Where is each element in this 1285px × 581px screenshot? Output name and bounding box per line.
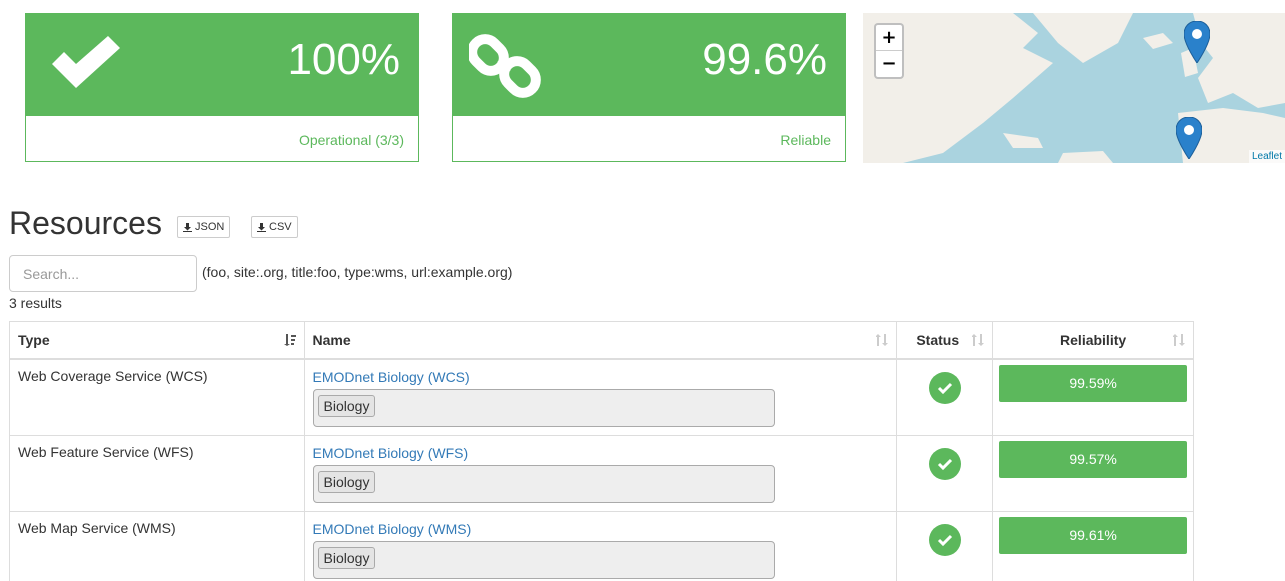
type-cell: Web Coverage Service (WCS) [9, 358, 305, 436]
tag-chip[interactable]: Biology [317, 470, 376, 493]
table-header-row: Type Name Status Reliability [9, 321, 1194, 360]
download-icon [257, 222, 266, 232]
name-column-header[interactable]: Name [303, 321, 898, 360]
reliability-cell: 99.57% [992, 434, 1194, 512]
tag-chip[interactable]: Biology [317, 394, 376, 417]
zoom-in-button[interactable]: + [876, 25, 902, 51]
reliability-panel: 99.6% Reliable [452, 13, 846, 162]
search-input[interactable] [9, 255, 197, 292]
map-marker-icon[interactable] [1184, 21, 1210, 63]
reliability-cell: 99.61% [992, 510, 1194, 581]
status-column-header[interactable]: Status [896, 321, 994, 360]
download-csv-button[interactable]: CSV [251, 216, 298, 238]
map-tiles [863, 13, 1285, 163]
reliability-column-header[interactable]: Reliability [992, 321, 1194, 360]
search-hint: (foo, site:.org, title:foo, type:wms, ur… [202, 264, 513, 280]
download-icon [183, 222, 192, 232]
table-row: Web Map Service (WMS) EMODnet Biology (W… [9, 510, 1194, 581]
tags-field[interactable]: Biology [312, 388, 775, 427]
table-row: Web Coverage Service (WCS) EMODnet Biolo… [9, 358, 1194, 436]
resource-link[interactable]: EMODnet Biology (WCS) [313, 369, 889, 385]
name-cell: EMODnet Biology (WFS) Biology [303, 434, 898, 512]
map-attribution[interactable]: Leaflet [1248, 150, 1285, 163]
status-ok-icon [928, 447, 961, 480]
resources-heading: Resources [9, 205, 162, 241]
name-cell: EMODnet Biology (WCS) Biology [303, 358, 898, 436]
zoom-out-button[interactable]: − [876, 51, 902, 77]
download-json-button[interactable]: JSON [177, 216, 231, 238]
tags-field[interactable]: Biology [312, 464, 775, 503]
operational-panel: 100% Operational (3/3) [25, 13, 419, 162]
type-column-header[interactable]: Type [9, 321, 305, 360]
sort-icon [876, 334, 889, 346]
reliability-label: Reliable [780, 132, 831, 148]
sort-icon [972, 334, 985, 346]
operational-label: Operational (3/3) [298, 132, 404, 148]
status-cell [896, 510, 994, 581]
results-count: 3 results [9, 295, 62, 311]
reliability-cell: 99.59% [992, 358, 1194, 436]
reliability-bar: 99.61% [999, 516, 1187, 554]
type-cell: Web Map Service (WMS) [9, 510, 305, 581]
reliability-percentage: 99.6% [702, 35, 827, 84]
resources-table: Type Name Status Reliability Web Coverag… [9, 321, 1194, 581]
reliability-bar: 99.59% [999, 364, 1187, 402]
operational-percentage: 100% [287, 35, 400, 84]
reliability-bar: 99.57% [999, 440, 1187, 478]
resource-link[interactable]: EMODnet Biology (WFS) [313, 445, 889, 461]
resources-map[interactable]: + − Leaflet [863, 13, 1285, 163]
type-cell: Web Feature Service (WFS) [9, 434, 305, 512]
reliability-panel-footer: Reliable [453, 116, 845, 162]
tag-chip[interactable]: Biology [317, 546, 376, 569]
sort-icon [1173, 334, 1185, 346]
operational-panel-footer: Operational (3/3) [26, 116, 418, 162]
status-ok-icon [928, 523, 961, 556]
map-zoom-control: + − [874, 23, 904, 79]
download-json-label: JSON [195, 221, 225, 233]
tags-field[interactable]: Biology [312, 540, 775, 579]
resource-link[interactable]: EMODnet Biology (WMS) [313, 521, 889, 537]
status-cell [896, 434, 994, 512]
operational-panel-heading: 100% [26, 14, 418, 116]
status-cell [896, 358, 994, 436]
download-csv-label: CSV [269, 221, 292, 233]
map-marker-icon[interactable] [1176, 117, 1202, 159]
table-row: Web Feature Service (WFS) EMODnet Biolog… [9, 434, 1194, 512]
checkmark-icon [46, 32, 126, 95]
reliability-panel-heading: 99.6% [453, 14, 845, 116]
link-icon [467, 28, 545, 107]
status-ok-icon [928, 371, 961, 404]
sort-ascending-icon [283, 334, 296, 346]
name-cell: EMODnet Biology (WMS) Biology [303, 510, 898, 581]
